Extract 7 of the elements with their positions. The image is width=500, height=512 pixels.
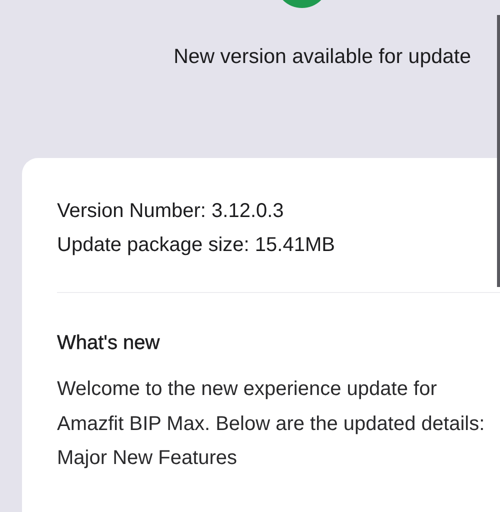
update-message: New version available for update [174, 44, 471, 70]
package-size: Update package size: 15.41MB [57, 233, 336, 258]
scrollbar[interactable] [497, 15, 500, 287]
release-notes: Welcome to the new experience update for Amazfit BIP Max. Below are the updated details: [57, 377, 486, 436]
version-number: Version Number: 3.12.0.3 [57, 199, 285, 224]
whats-new-title: What's new [57, 331, 161, 356]
features-heading: Major New Features [57, 446, 238, 471]
